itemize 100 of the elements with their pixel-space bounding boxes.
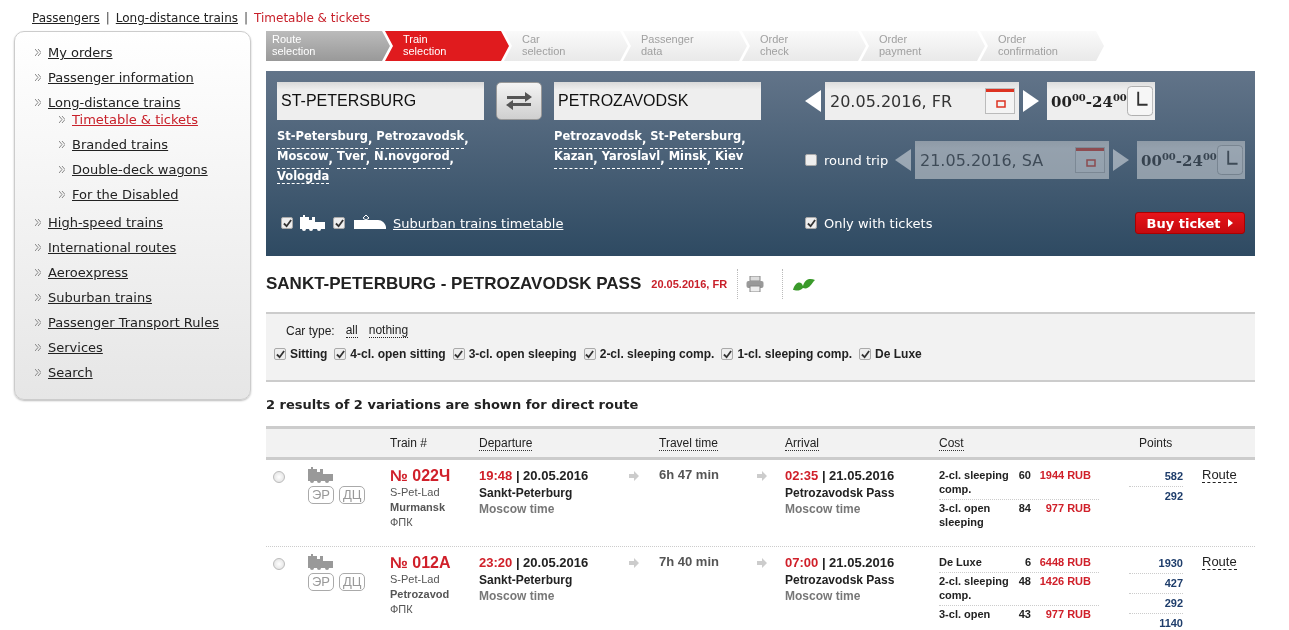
checkbox[interactable] bbox=[452, 348, 465, 360]
city-suggestion[interactable]: N.novgorod bbox=[374, 149, 450, 169]
travel-time: 6h 47 min bbox=[659, 467, 720, 482]
city-suggestion[interactable]: Yaroslavl bbox=[601, 149, 661, 169]
breadcrumb-link[interactable]: Passengers bbox=[32, 11, 100, 25]
previous-day-icon[interactable] bbox=[895, 149, 911, 171]
column-header[interactable]: Departure bbox=[479, 435, 533, 451]
checkbox[interactable] bbox=[859, 348, 872, 360]
ticket-price: 977 RUB bbox=[1044, 501, 1091, 516]
city-suggestion[interactable]: Moscow bbox=[277, 149, 329, 169]
points-value: 582 bbox=[1129, 467, 1183, 487]
chevron-icon bbox=[35, 344, 41, 351]
breadcrumb-link[interactable]: Long-distance trains bbox=[115, 11, 238, 25]
train-number: № 012A bbox=[390, 554, 452, 572]
points-value: 1930 bbox=[1129, 554, 1183, 574]
breadcrumb-link[interactable]: Timetable & tickets bbox=[254, 11, 371, 25]
filter-label: Car type: bbox=[286, 323, 335, 338]
chevron-icon bbox=[35, 99, 41, 106]
results-summary: 2 results of 2 variations are shown for direct route bbox=[266, 395, 640, 414]
train-number: № 022Ч bbox=[390, 467, 452, 485]
seat-count: 48 bbox=[1017, 574, 1031, 589]
breadcrumb-separator: | bbox=[244, 11, 249, 25]
column-header: Train # bbox=[390, 436, 427, 450]
column-header[interactable]: Travel time bbox=[659, 435, 718, 451]
city-suggestion[interactable]: St-Petersburg bbox=[650, 129, 742, 149]
chevron-icon bbox=[35, 294, 41, 301]
chevron-icon bbox=[59, 191, 65, 198]
sidebar-link[interactable]: Search bbox=[48, 365, 93, 380]
buy-ticket-button[interactable]: Buy ticket bbox=[1135, 212, 1245, 234]
sidebar-link[interactable]: Suburban trains bbox=[48, 290, 152, 305]
sidebar-link[interactable]: Double-deck wagons bbox=[72, 162, 208, 177]
service-badge: ЭР bbox=[308, 573, 334, 591]
column-header[interactable]: Cost bbox=[939, 435, 964, 451]
sidebar-link[interactable]: Services bbox=[48, 340, 103, 355]
sidebar-link[interactable]: Long-distance trains bbox=[48, 95, 181, 110]
checkbox[interactable] bbox=[334, 348, 347, 360]
checkbox[interactable] bbox=[274, 348, 286, 360]
ticket-price: 1944 RUB bbox=[1038, 468, 1091, 483]
radio-button[interactable] bbox=[273, 471, 285, 483]
city-suggestion[interactable]: Petrozavodsk bbox=[554, 129, 642, 149]
checkbox[interactable] bbox=[805, 154, 817, 166]
clock-icon[interactable] bbox=[1126, 85, 1153, 117]
sidebar-link[interactable]: Branded trains bbox=[72, 137, 169, 152]
checkbox[interactable] bbox=[721, 348, 734, 360]
city-suggestion[interactable]: St-Petersburg bbox=[277, 129, 368, 149]
city-suggestion[interactable]: Kazan bbox=[554, 149, 594, 169]
calendar-icon[interactable] bbox=[1075, 147, 1105, 173]
print-icon[interactable] bbox=[746, 276, 765, 292]
service-badge: ДЦ bbox=[339, 573, 366, 591]
previous-day-icon[interactable] bbox=[805, 90, 821, 112]
radio-button[interactable] bbox=[273, 558, 285, 570]
city-input[interactable]: ST-PETERSBURG bbox=[277, 82, 484, 120]
time-field[interactable]: 00$^{00}$-24$^{00}$ bbox=[1137, 141, 1245, 179]
next-day-icon[interactable] bbox=[1113, 149, 1129, 171]
checkbox[interactable] bbox=[805, 217, 817, 229]
next-day-icon[interactable] bbox=[1023, 90, 1039, 112]
sidebar-link[interactable]: International routes bbox=[48, 240, 177, 255]
car-class: 2-cl. sleeping comp. bbox=[939, 574, 1009, 602]
checkbox-label: 4-cl. open sitting bbox=[350, 347, 446, 361]
checkbox[interactable] bbox=[583, 348, 596, 360]
filter-link[interactable]: nothing bbox=[368, 323, 409, 338]
time-field[interactable]: 00$^{00}$-24$^{00}$ bbox=[1047, 82, 1155, 120]
column-header[interactable]: Arrival bbox=[785, 435, 819, 451]
swap-button[interactable] bbox=[496, 82, 542, 120]
route-link[interactable]: Route bbox=[1202, 467, 1237, 483]
city-suggestion[interactable]: Minsk bbox=[668, 149, 707, 169]
city-suggestion[interactable]: Kiev bbox=[715, 149, 744, 169]
city-suggestion[interactable]: Tver bbox=[336, 149, 366, 169]
date-field[interactable]: 20.05.2016, FR bbox=[825, 82, 1019, 120]
route-title: SANKT-PETERBURG - PETROZAVODSK PASS bbox=[266, 274, 642, 294]
checkbox-label: Only with tickets bbox=[824, 215, 933, 231]
chevron-icon bbox=[35, 244, 41, 251]
checkbox[interactable] bbox=[281, 217, 293, 229]
sidebar-link[interactable]: High-speed trains bbox=[48, 215, 163, 230]
ticket-price: 6448 RUB bbox=[1038, 555, 1091, 569]
sidebar-link[interactable]: For the Disabled bbox=[72, 187, 179, 202]
filter-link[interactable]: all bbox=[345, 323, 358, 338]
suburban-timetable-link[interactable]: Suburban trains timetable bbox=[393, 215, 564, 231]
calendar-icon[interactable] bbox=[985, 88, 1015, 114]
sidebar-link[interactable]: Passenger Transport Rules bbox=[48, 315, 219, 330]
city-suggestion[interactable]: Petrozavodsk bbox=[376, 129, 465, 149]
leaf-icon[interactable] bbox=[791, 276, 816, 292]
checkbox-label: De Luxe bbox=[875, 347, 922, 361]
points-value: 292 bbox=[1129, 594, 1183, 614]
chevron-icon bbox=[59, 116, 65, 123]
chevron-icon bbox=[35, 269, 41, 276]
travel-time: 7h 40 min bbox=[659, 554, 720, 569]
city-input[interactable]: PETROZAVODSK bbox=[554, 82, 761, 120]
arrow-icon bbox=[629, 558, 639, 568]
sidebar-link[interactable]: Aeroexpress bbox=[48, 265, 128, 280]
sidebar-link[interactable]: Passenger information bbox=[48, 70, 194, 85]
sidebar-link[interactable]: Timetable & tickets bbox=[72, 112, 198, 127]
sidebar-link[interactable]: My orders bbox=[48, 45, 113, 60]
step-tab[interactable]: Train selection bbox=[385, 31, 509, 61]
car-class: De Luxe bbox=[939, 555, 983, 569]
city-suggestion[interactable]: Vologda bbox=[277, 169, 330, 184]
route-link[interactable]: Route bbox=[1202, 554, 1237, 570]
car-class: 2-cl. sleeping comp. bbox=[939, 468, 1009, 496]
checkbox[interactable] bbox=[333, 217, 345, 229]
comma: , bbox=[660, 152, 665, 168]
